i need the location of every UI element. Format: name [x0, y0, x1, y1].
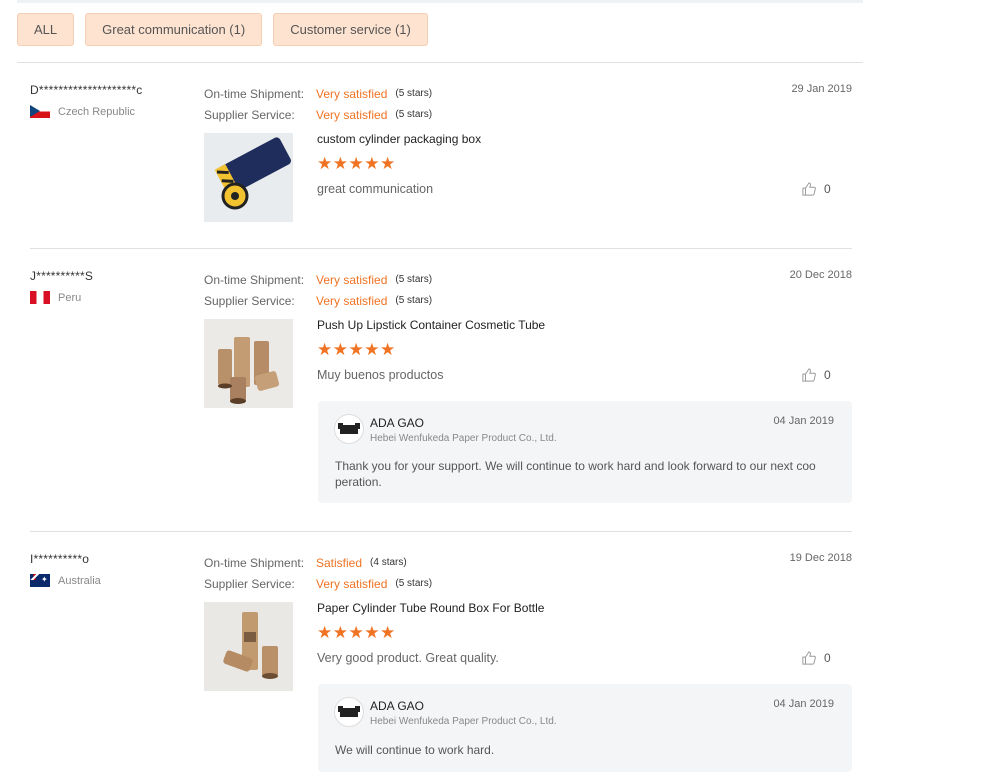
service-label: Supplier Service:	[204, 576, 295, 591]
shipment-value: Satisfied	[316, 555, 363, 570]
like-count: 0	[824, 182, 831, 196]
review-comment: Very good product. Great quality.	[317, 651, 499, 665]
review-comment: Muy buenos productos	[317, 368, 444, 382]
service-stars-text: (5 stars)	[395, 578, 433, 589]
supplier-logo-icon	[334, 414, 364, 444]
product-thumbnail[interactable]	[204, 133, 293, 222]
czech-flag-icon	[30, 105, 50, 118]
thumbs-up-icon	[802, 368, 816, 382]
filter-all-button[interactable]: ALL	[17, 13, 75, 46]
service-rating: Supplier Service: Very satisfied (5 star…	[204, 573, 432, 594]
product-name[interactable]: custom cylinder packaging box	[317, 132, 481, 146]
shipment-value: Very satisfied	[316, 86, 388, 101]
reply-date: 04 Jan 2019	[773, 415, 834, 427]
product-name[interactable]: Paper Cylinder Tube Round Box For Bottle	[317, 601, 544, 615]
service-stars-text: (5 stars)	[395, 295, 433, 306]
reply-company: Hebei Wenfukeda Paper Product Co., Ltd.	[370, 433, 557, 444]
supplier-reply: ADA GAO Hebei Wenfukeda Paper Product Co…	[318, 401, 852, 503]
like-count: 0	[824, 368, 831, 382]
service-rating: Supplier Service: Very satisfied (5 star…	[204, 290, 432, 311]
service-value: Very satisfied	[316, 293, 388, 308]
buyer-country: Australia	[30, 574, 101, 587]
filter-great-communication-button[interactable]: Great communication (1)	[85, 13, 263, 46]
service-label: Supplier Service:	[204, 293, 295, 308]
thumbs-up-icon	[802, 651, 816, 665]
buyer-name: I**********o	[30, 552, 90, 566]
shipment-value: Very satisfied	[316, 272, 388, 287]
reply-date: 04 Jan 2019	[773, 698, 834, 710]
shipment-stars-text: (5 stars)	[395, 88, 433, 99]
australia-flag-icon	[30, 574, 50, 587]
review-filter-bar: ALL Great communication (1) Customer ser…	[17, 13, 428, 46]
like-button[interactable]: 0	[802, 651, 831, 665]
product-name[interactable]: Push Up Lipstick Container Cosmetic Tube	[317, 318, 545, 332]
country-name: Czech Republic	[58, 105, 136, 118]
review-date: 19 Dec 2018	[789, 552, 852, 564]
ratings-block: On-time Shipment: Very satisfied (5 star…	[204, 269, 432, 311]
service-rating: Supplier Service: Very satisfied (5 star…	[204, 104, 432, 125]
divider	[30, 531, 852, 532]
buyer-name: D********************c	[30, 83, 143, 97]
divider	[17, 62, 863, 63]
service-value: Very satisfied	[316, 107, 388, 122]
service-value: Very satisfied	[316, 576, 388, 591]
ratings-block: On-time Shipment: Very satisfied (5 star…	[204, 83, 432, 125]
reply-author: ADA GAO	[370, 699, 425, 713]
ratings-block: On-time Shipment: Satisfied (4 stars) Su…	[204, 552, 432, 594]
like-button[interactable]: 0	[802, 182, 831, 196]
reply-author: ADA GAO	[370, 416, 425, 430]
shipment-stars-text: (5 stars)	[395, 274, 433, 285]
peru-flag-icon	[30, 291, 50, 304]
country-name: Peru	[58, 291, 82, 304]
star-rating: ★★★★★	[317, 154, 396, 173]
supplier-reply: ADA GAO Hebei Wenfukeda Paper Product Co…	[318, 684, 852, 772]
divider	[30, 248, 852, 249]
review-date: 20 Dec 2018	[789, 269, 852, 281]
shipment-stars-text: (4 stars)	[370, 557, 407, 568]
buyer-country: Czech Republic	[30, 105, 135, 118]
country-name: Australia	[58, 574, 101, 587]
star-rating: ★★★★★	[317, 340, 396, 359]
buyer-country: Peru	[30, 291, 81, 304]
top-border	[17, 0, 863, 3]
reply-text: We will continue to work hard.	[335, 743, 495, 757]
shipment-label: On-time Shipment:	[204, 555, 305, 570]
product-thumbnail[interactable]	[204, 602, 293, 691]
shipment-rating: On-time Shipment: Very satisfied (5 star…	[204, 83, 432, 104]
reply-company: Hebei Wenfukeda Paper Product Co., Ltd.	[370, 716, 557, 727]
like-count: 0	[824, 651, 831, 665]
service-stars-text: (5 stars)	[395, 109, 433, 120]
filter-customer-service-button[interactable]: Customer service (1)	[273, 13, 428, 46]
service-label: Supplier Service:	[204, 107, 295, 122]
product-thumbnail[interactable]	[204, 319, 293, 408]
star-rating: ★★★★★	[317, 623, 396, 642]
review-date: 29 Jan 2019	[791, 83, 852, 95]
shipment-rating: On-time Shipment: Very satisfied (5 star…	[204, 269, 432, 290]
review-comment: great communication	[317, 182, 434, 196]
buyer-name: J**********S	[30, 269, 94, 283]
like-button[interactable]: 0	[802, 368, 831, 382]
shipment-label: On-time Shipment:	[204, 272, 305, 287]
thumbs-up-icon	[802, 182, 816, 196]
shipment-rating: On-time Shipment: Satisfied (4 stars)	[204, 552, 432, 573]
supplier-logo-icon	[334, 697, 364, 727]
shipment-label: On-time Shipment:	[204, 86, 305, 101]
reply-text: Thank you for your support. We will cont…	[335, 459, 816, 489]
